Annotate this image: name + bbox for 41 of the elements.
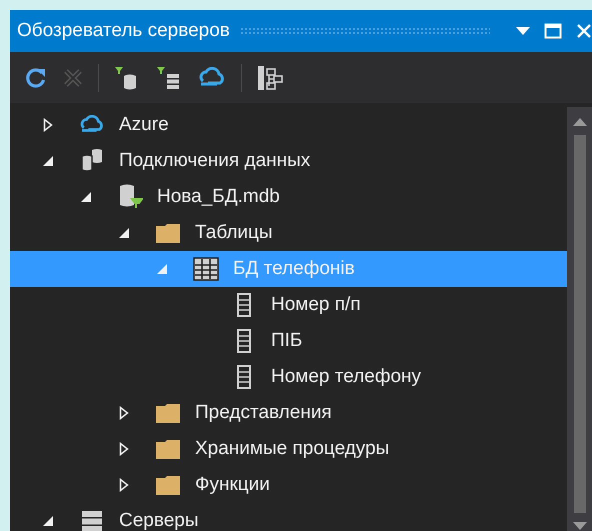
expand-icon[interactable]: [43, 118, 53, 132]
tree-item[interactable]: Представления: [10, 395, 567, 431]
dropdown-icon[interactable]: [516, 26, 530, 36]
servers-icon: [80, 509, 104, 531]
window-title: Обозреватель серверов: [17, 20, 230, 42]
expand-icon[interactable]: [119, 442, 129, 456]
scroll-up-icon[interactable]: [572, 117, 586, 127]
tree-item[interactable]: Подключения данных: [10, 143, 567, 179]
scroll-thumb[interactable]: [574, 135, 586, 513]
column-icon: [236, 364, 252, 390]
tree-item[interactable]: Номер телефону: [10, 359, 567, 395]
folder-icon: [155, 474, 181, 496]
tree-item[interactable]: Таблицы: [10, 215, 567, 251]
expand-icon[interactable]: [119, 406, 129, 420]
collapse-icon[interactable]: [42, 155, 54, 167]
tree-item[interactable]: Серверы: [10, 503, 567, 531]
tree-item[interactable]: Функции: [10, 467, 567, 503]
tree-item[interactable]: Номер п/п: [10, 287, 567, 323]
folder-icon: [155, 222, 181, 244]
hierarchy-icon[interactable]: [256, 64, 286, 90]
expand-icon[interactable]: [119, 478, 129, 492]
column-icon: [236, 328, 252, 354]
folder-icon: [155, 438, 181, 460]
cloud-icon: [78, 115, 106, 135]
collapse-icon[interactable]: [80, 191, 92, 203]
collapse-icon[interactable]: [118, 227, 130, 239]
folder-icon: [155, 402, 181, 424]
tree-item[interactable]: Хранимые процедуры: [10, 431, 567, 467]
tree-item[interactable]: Azure: [10, 107, 567, 143]
collapse-icon[interactable]: [42, 515, 54, 527]
tree-item[interactable]: ПІБ: [10, 323, 567, 359]
maximize-icon[interactable]: [544, 23, 562, 39]
tree-item[interactable]: Нова_БД.mdb: [10, 179, 567, 215]
scroll-down-icon[interactable]: [572, 521, 586, 531]
scrollbar[interactable]: [567, 107, 592, 531]
close-icon[interactable]: [576, 23, 592, 39]
column-icon: [236, 292, 252, 318]
table-icon: [192, 256, 220, 282]
cloud-icon[interactable]: [197, 66, 227, 88]
database-plug-icon: [117, 183, 143, 211]
refresh-icon[interactable]: [24, 66, 48, 90]
